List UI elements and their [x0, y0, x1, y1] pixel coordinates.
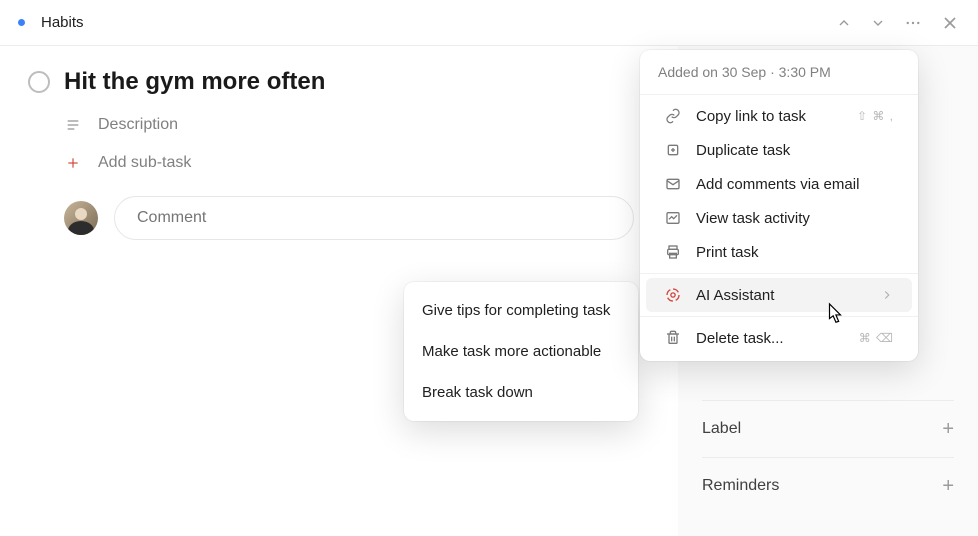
menu-duplicate[interactable]: Duplicate task	[646, 133, 912, 167]
chevron-up-icon[interactable]	[836, 15, 852, 31]
menu-ai-assistant[interactable]: AI Assistant	[646, 278, 912, 312]
ai-submenu: Give tips for completing task Make task …	[404, 282, 638, 421]
add-subtask-label: Add sub-task	[98, 154, 191, 172]
divider	[640, 273, 918, 274]
menu-label: Add comments via email	[696, 176, 894, 193]
mail-icon	[664, 175, 682, 193]
complete-checkbox[interactable]	[28, 71, 50, 93]
header-bar: Habits	[0, 0, 978, 46]
description-label: Description	[98, 116, 178, 134]
breadcrumb[interactable]: Habits	[41, 14, 836, 31]
activity-icon	[664, 209, 682, 227]
menu-label: Copy link to task	[696, 108, 843, 125]
avatar[interactable]	[64, 201, 98, 235]
description-icon	[64, 117, 82, 133]
header-actions	[836, 13, 960, 33]
menu-label: AI Assistant	[696, 287, 866, 304]
duplicate-icon	[664, 141, 682, 159]
submenu-make-actionable[interactable]: Make task more actionable	[404, 331, 638, 372]
submenu-give-tips[interactable]: Give tips for completing task	[404, 290, 638, 331]
menu-view-activity[interactable]: View task activity	[646, 201, 912, 235]
print-icon	[664, 243, 682, 261]
context-menu: Added on 30 Sep · 3:30 PM Copy link to t…	[640, 50, 918, 361]
sidebar-item-text: Reminders	[702, 477, 779, 495]
menu-label: Duplicate task	[696, 142, 894, 159]
link-icon	[664, 107, 682, 125]
shortcut: ⌘ ⌫	[859, 331, 894, 345]
menu-delete[interactable]: Delete task... ⌘ ⌫	[646, 321, 912, 355]
menu-label: View task activity	[696, 210, 894, 227]
chevron-right-icon	[880, 288, 894, 302]
shortcut: ⇧ ⌘ ,	[857, 109, 894, 123]
divider	[640, 94, 918, 95]
close-icon[interactable]	[940, 13, 960, 33]
menu-copy-link[interactable]: Copy link to task ⇧ ⌘ ,	[646, 99, 912, 133]
menu-label: Delete task...	[696, 330, 845, 347]
menu-comments-email[interactable]: Add comments via email	[646, 167, 912, 201]
more-icon[interactable]	[904, 14, 922, 32]
divider	[640, 316, 918, 317]
plus-icon[interactable]: +	[942, 419, 954, 439]
menu-print[interactable]: Print task	[646, 235, 912, 269]
ai-assistant-icon	[664, 286, 682, 304]
sidebar-item-label[interactable]: Label +	[702, 400, 954, 457]
project-color-dot	[18, 19, 25, 26]
plus-icon	[64, 156, 82, 170]
comment-input[interactable]	[114, 196, 634, 240]
task-title[interactable]: Hit the gym more often	[64, 68, 325, 96]
sidebar-item-text: Label	[702, 420, 741, 438]
trash-icon	[664, 329, 682, 347]
submenu-break-down[interactable]: Break task down	[404, 372, 638, 413]
plus-icon[interactable]: +	[942, 476, 954, 496]
added-on-text: Added on 30 Sep · 3:30 PM	[640, 64, 918, 90]
sidebar-item-reminders[interactable]: Reminders +	[702, 457, 954, 514]
chevron-down-icon[interactable]	[870, 15, 886, 31]
menu-label: Print task	[696, 244, 894, 261]
